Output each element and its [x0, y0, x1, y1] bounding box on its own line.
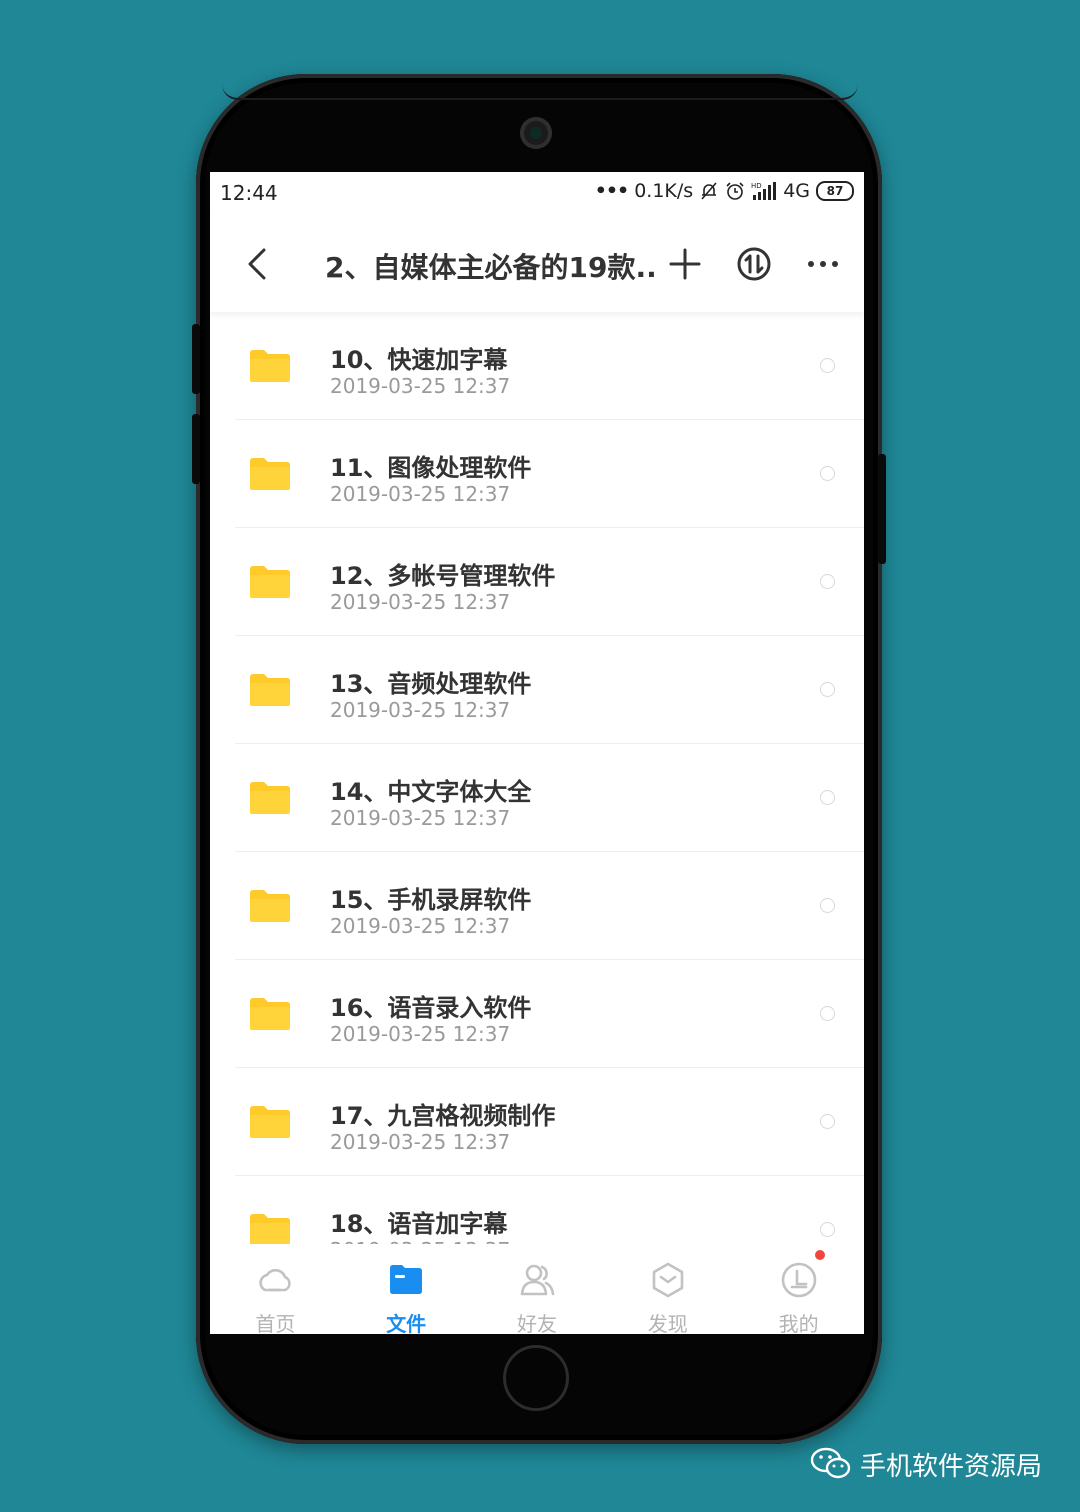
list-item[interactable]: 16、语音录入软件 2019-03-25 12:37	[210, 960, 864, 1068]
tab-label: 我的	[778, 1312, 819, 1334]
more-icon[interactable]	[803, 244, 843, 284]
list-item[interactable]: 11、图像处理软件 2019-03-25 12:37	[210, 420, 864, 528]
nav-header: 2、自媒体主必备的19款...	[210, 216, 864, 312]
folder-icon	[250, 890, 290, 922]
phone-earpiece	[222, 84, 858, 100]
select-checkbox[interactable]	[820, 1006, 835, 1021]
file-name: 10、快速加字幕	[330, 346, 508, 374]
more-dots-icon: •••	[594, 180, 629, 202]
back-icon[interactable]	[240, 244, 276, 284]
folder-icon	[250, 1214, 290, 1244]
phone-side-button	[192, 414, 200, 484]
tab-friends[interactable]: 好友	[472, 1244, 603, 1334]
list-item[interactable]: 12、多帐号管理软件 2019-03-25 12:37	[210, 528, 864, 636]
file-name: 18、语音加字幕	[330, 1210, 508, 1238]
folder-icon	[250, 998, 290, 1030]
list-item[interactable]: 15、手机录屏软件 2019-03-25 12:37	[210, 852, 864, 960]
select-checkbox[interactable]	[820, 466, 835, 481]
file-name: 14、中文字体大全	[330, 778, 532, 806]
transfer-icon[interactable]	[734, 244, 774, 284]
tab-label: 好友	[516, 1312, 557, 1334]
tab-cloud[interactable]: 首页	[210, 1244, 341, 1334]
folder-icon	[390, 1265, 423, 1294]
battery-indicator: 87	[816, 181, 854, 201]
tab-label: 文件	[386, 1312, 427, 1334]
status-time: 12:44	[220, 181, 278, 205]
file-name: 11、图像处理软件	[330, 454, 532, 482]
mute-bell-icon	[701, 182, 717, 200]
file-date: 2019-03-25 12:37	[330, 482, 511, 506]
folder-icon	[250, 674, 290, 706]
list-item[interactable]: 18、语音加字幕2019-03-25 12:37	[210, 1176, 864, 1244]
file-date: 2019-03-25 12:37	[330, 1130, 511, 1154]
profile-icon	[781, 1262, 816, 1298]
select-checkbox[interactable]	[820, 574, 835, 589]
file-list: 10、快速加字幕 2019-03-25 12:37 11、图像处理软件 2019-03…	[210, 312, 864, 1244]
network-type: 4G	[783, 180, 810, 202]
file-date: 2019-03-25 12:37	[330, 914, 511, 938]
file-date: 2019-03-25 12:37	[330, 698, 511, 722]
wechat-icon	[810, 1447, 851, 1479]
list-item[interactable]: 14、中文字体大全 2019-03-25 12:37	[210, 744, 864, 852]
list-item[interactable]: 10、快速加字幕 2019-03-25 12:37	[210, 312, 864, 420]
status-bar: 12:44 ••• 0.1K/s HD 4G 87	[210, 172, 864, 216]
list-item[interactable]: 17、九宫格视频制作 2019-03-25 12:37	[210, 1068, 864, 1176]
folder-icon	[250, 458, 290, 490]
tab-folder[interactable]: 文件	[341, 1244, 472, 1334]
phone-side-button	[192, 324, 200, 394]
watermark-text: 手机软件资源局	[860, 1451, 1043, 1482]
status-indicators: ••• 0.1K/s HD 4G 87	[595, 180, 854, 202]
home-button	[503, 1345, 569, 1411]
tab-discover[interactable]: 发现	[602, 1244, 733, 1334]
net-speed: 0.1K/s	[634, 180, 694, 202]
list-item[interactable]: 13、音频处理软件 2019-03-25 12:37	[210, 636, 864, 744]
friends-icon	[520, 1264, 555, 1296]
file-name: 13、音频处理软件	[330, 670, 532, 698]
folder-icon	[250, 782, 290, 814]
cloud-icon	[259, 1268, 292, 1292]
file-date: 2019-03-25 12:37	[330, 1022, 511, 1046]
folder-icon	[250, 350, 290, 382]
select-checkbox[interactable]	[820, 358, 835, 373]
svg-text:HD: HD	[751, 182, 762, 190]
phone-screen: 12:44 ••• 0.1K/s HD 4G 87 2、自媒体主必备的19款..…	[210, 172, 864, 1334]
select-checkbox[interactable]	[820, 1114, 835, 1129]
alarm-icon	[726, 182, 744, 200]
select-checkbox[interactable]	[820, 1222, 835, 1237]
file-date: 2019-03-25 12:37	[330, 806, 511, 830]
file-name: 17、九宫格视频制作	[330, 1102, 556, 1130]
discover-icon	[652, 1262, 684, 1298]
select-checkbox[interactable]	[820, 682, 835, 697]
folder-icon	[250, 1106, 290, 1138]
hd-signal-icon: HD	[751, 182, 777, 200]
select-checkbox[interactable]	[820, 790, 835, 805]
page-title: 2、自媒体主必备的19款...	[325, 251, 655, 284]
file-name: 15、手机录屏软件	[330, 886, 532, 914]
notification-dot	[815, 1250, 826, 1260]
watermark: 手机软件资源局	[810, 1444, 1042, 1484]
folder-icon	[250, 566, 290, 598]
phone-power-button	[878, 454, 886, 564]
add-icon[interactable]	[665, 244, 705, 284]
file-name: 12、多帐号管理软件	[330, 562, 556, 590]
tab-label: 首页	[255, 1312, 296, 1334]
file-name: 16、语音录入软件	[330, 994, 532, 1022]
front-camera	[520, 117, 552, 149]
file-date: 2019-03-25 12:37	[330, 590, 511, 614]
tab-label: 发现	[647, 1312, 688, 1334]
select-checkbox[interactable]	[820, 898, 835, 913]
file-date: 2019-03-25 12:37	[330, 374, 511, 398]
bottom-tab-bar: 首页 文件 好友 发现 我的	[210, 1244, 864, 1334]
tab-profile[interactable]: 我的	[733, 1244, 864, 1334]
